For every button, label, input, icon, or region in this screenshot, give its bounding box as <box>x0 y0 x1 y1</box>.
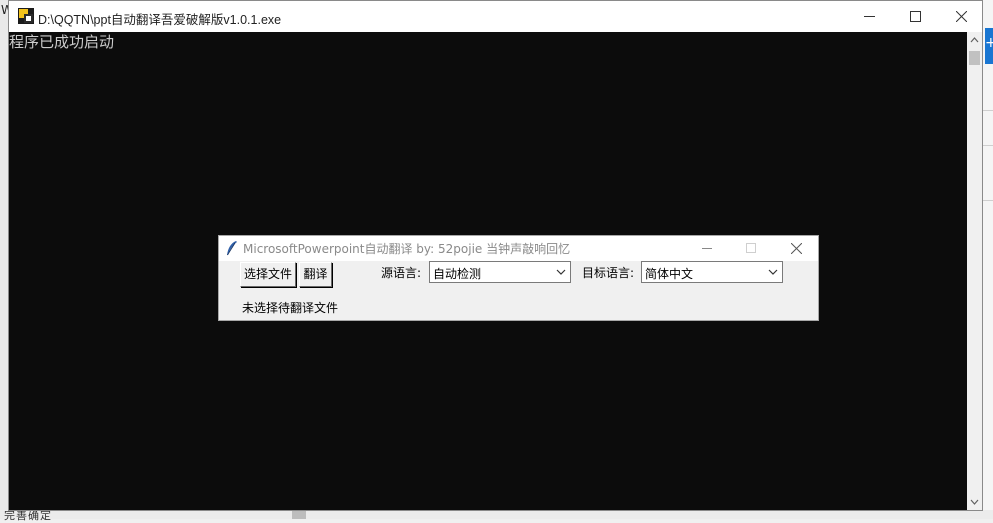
divider <box>983 110 993 111</box>
translator-title: MicrosoftPowerpoint自动翻译 by: 52pojie 当钟声敲… <box>243 242 571 256</box>
maximize-icon <box>746 243 756 253</box>
scroll-up-icon[interactable] <box>967 32 982 49</box>
console-output: 程序已成功启动 <box>9 33 115 51</box>
background-window-right-edge <box>983 0 993 519</box>
translator-window[interactable]: MicrosoftPowerpoint自动翻译 by: 52pojie 当钟声敲… <box>218 235 819 321</box>
close-icon <box>956 11 967 22</box>
minimize-icon <box>702 248 712 249</box>
source-language-select[interactable]: 自动检测 <box>429 261 571 283</box>
scroll-down-icon[interactable] <box>967 493 982 510</box>
console-title: D:\QQTN\ppt自动翻译吾爱破解版v1.0.1.exe <box>38 13 282 27</box>
feather-icon <box>227 241 237 256</box>
translate-button[interactable]: 翻译 <box>299 262 332 287</box>
chevron-down-icon[interactable] <box>556 268 566 276</box>
console-titlebar[interactable]: D:\QQTN\ppt自动翻译吾爱破解版v1.0.1.exe <box>9 1 982 32</box>
divider <box>983 145 993 146</box>
translator-maximize-button[interactable] <box>729 236 773 261</box>
source-language-label: 源语言: <box>381 266 422 280</box>
target-language-value: 简体中文 <box>645 267 694 281</box>
maximize-icon <box>910 11 921 22</box>
select-file-button[interactable]: 选择文件 <box>240 262 296 287</box>
status-label: 未选择待翻译文件 <box>242 301 339 315</box>
minimize-button[interactable] <box>847 1 893 32</box>
target-language-label: 目标语言: <box>582 266 635 280</box>
background-scrollbar-thumb[interactable] <box>292 511 306 519</box>
background-window-bottom <box>0 510 993 519</box>
maximize-button[interactable] <box>893 1 939 32</box>
translator-titlebar[interactable]: MicrosoftPowerpoint自动翻译 by: 52pojie 当钟声敲… <box>219 236 818 261</box>
background-window-edge <box>0 0 8 519</box>
chevron-down-icon[interactable] <box>768 268 778 276</box>
target-language-select[interactable]: 简体中文 <box>641 261 783 283</box>
console-app-icon <box>18 8 34 24</box>
close-icon <box>791 243 802 254</box>
translator-minimize-button[interactable] <box>685 236 729 261</box>
divider <box>983 200 993 201</box>
source-language-value: 自动检测 <box>433 267 482 281</box>
translator-close-button[interactable] <box>774 236 818 261</box>
scrollbar-thumb[interactable] <box>969 51 980 65</box>
console-scrollbar[interactable] <box>967 32 982 510</box>
minimize-icon <box>864 16 875 17</box>
plus-icon: + <box>985 35 993 51</box>
close-button[interactable] <box>939 1 985 32</box>
